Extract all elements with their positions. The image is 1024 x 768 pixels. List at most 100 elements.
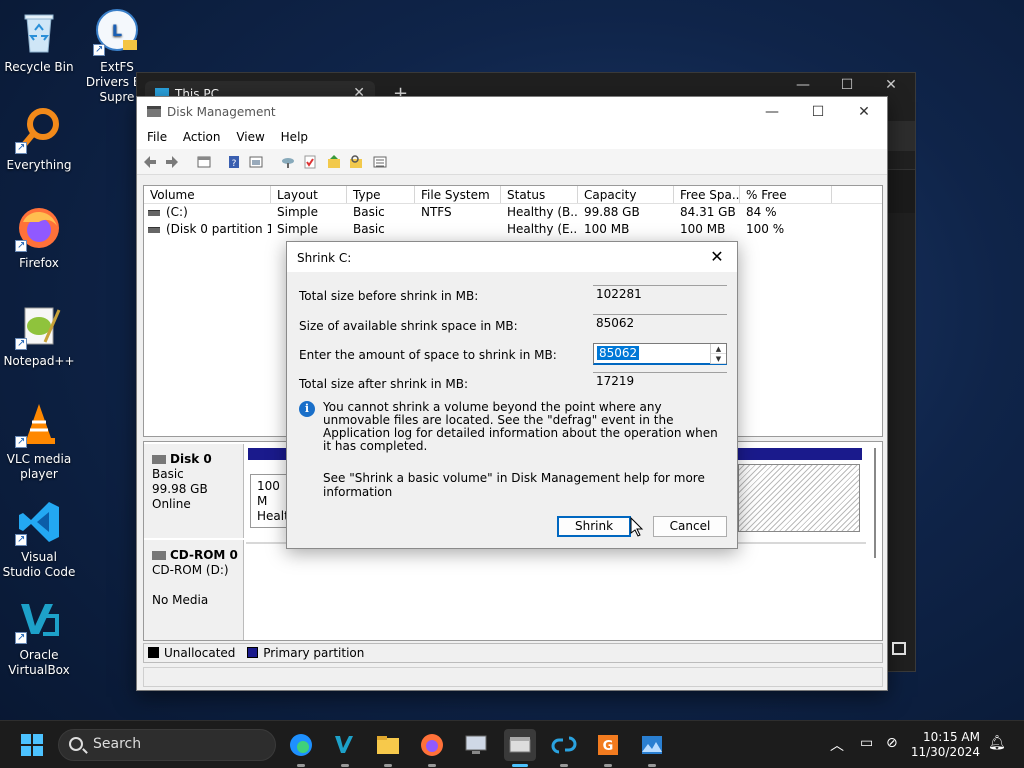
col-type[interactable]: Type [347, 186, 415, 203]
desktop-icon-firefox[interactable]: Firefox [1, 204, 77, 271]
spin-down-icon[interactable]: ▼ [711, 354, 726, 364]
taskbar-app-mountain[interactable] [636, 729, 668, 767]
connect-icon[interactable] [279, 153, 297, 171]
col-status[interactable]: Status [501, 186, 578, 203]
taskbar-virtualbox[interactable] [329, 729, 361, 767]
help-icon[interactable]: ? [225, 153, 243, 171]
taskbar-edge[interactable] [285, 729, 317, 767]
taskbar-firefox[interactable] [416, 729, 448, 767]
properties-icon[interactable] [195, 153, 213, 171]
volume-name: (C:) [166, 205, 188, 219]
svg-text:L: L [112, 21, 122, 40]
menu-view[interactable]: View [230, 130, 270, 144]
desktop-icon-everything[interactable]: Everything [1, 106, 77, 173]
network-tray-icon[interactable]: ⊘ [886, 735, 898, 751]
menu-action[interactable]: Action [177, 130, 227, 144]
back-arrow-icon[interactable] [141, 153, 159, 171]
check-icon[interactable] [301, 153, 319, 171]
console-icon[interactable] [247, 153, 265, 171]
shortcut-arrow-icon [15, 238, 27, 253]
dialog-titlebar[interactable]: Shrink C: ✕ [287, 242, 737, 272]
shrink-button[interactable]: Shrink [557, 516, 631, 537]
volume-type: Basic [353, 205, 385, 219]
taskbar-app-g[interactable]: G [592, 729, 624, 767]
forward-arrow-icon[interactable] [163, 153, 181, 171]
taskbar-file-explorer[interactable] [372, 729, 404, 767]
close-icon[interactable]: ✕ [841, 97, 887, 127]
extfs-icon: L [93, 8, 141, 57]
volume-pct-free: 84 % [746, 205, 777, 219]
legend: Unallocated Primary partition [143, 643, 883, 663]
shrink-dialog[interactable]: Shrink C: ✕ Total size before shrink in … [286, 241, 738, 549]
folder-up-icon[interactable] [325, 153, 343, 171]
desktop-corner-icon [892, 642, 906, 655]
legend-swatch-primary [247, 647, 259, 658]
shrink-amount-input[interactable]: 85062 ▲ ▼ [593, 343, 727, 365]
col-percent-free[interactable]: % Free [740, 186, 832, 203]
taskbar-computer-management[interactable] [460, 729, 492, 761]
total-after-label: Total size after shrink in MB: [299, 377, 469, 391]
menu-bar: File Action View Help [137, 127, 887, 149]
close-icon[interactable]: ✕ [703, 244, 731, 270]
notification-bell-icon[interactable]: 🔔︎ [988, 735, 1006, 751]
cancel-button[interactable]: Cancel [653, 516, 727, 537]
start-button[interactable] [16, 729, 48, 761]
close-icon[interactable]: ✕ [871, 77, 911, 93]
desktop-icon-vlc[interactable]: VLC media player [1, 400, 77, 482]
vscode-icon [15, 498, 63, 547]
running-indicator [512, 764, 528, 767]
system-clock[interactable]: 10:15 AM 11/30/2024 [911, 730, 980, 760]
maximize-icon[interactable]: ☐ [795, 97, 841, 127]
chevron-up-icon[interactable]: ︿ [830, 735, 844, 755]
taskbar-app-link[interactable] [548, 729, 580, 767]
desktop-icon-notepadpp[interactable]: Notepad++ [1, 302, 77, 369]
folder-icon [377, 736, 399, 754]
spin-up-icon[interactable]: ▲ [711, 344, 726, 354]
menu-help[interactable]: Help [275, 130, 314, 144]
table-row[interactable]: (Disk 0 partition 1) Simple Basic Health… [144, 221, 882, 238]
disk-0-label[interactable]: Disk 0 Basic 99.98 GB Online [144, 444, 244, 538]
partition-status: Health [257, 509, 289, 523]
virtualbox-icon [15, 596, 63, 645]
col-volume[interactable]: Volume [144, 186, 271, 203]
table-row[interactable]: (C:) Simple Basic NTFS Healthy (B... 99.… [144, 204, 882, 221]
computer-management-icon [465, 735, 487, 754]
shortcut-arrow-icon [15, 630, 27, 645]
disk-icon [152, 455, 166, 464]
minimize-icon[interactable]: — [749, 97, 795, 127]
col-capacity[interactable]: Capacity [578, 186, 674, 203]
disk-management-icon [147, 106, 161, 117]
partition-efi[interactable]: 100 M Health [250, 474, 290, 528]
running-indicator [648, 764, 656, 767]
shrink-amount-stepper[interactable]: ▲ ▼ [710, 344, 726, 364]
desktop-icon-virtualbox[interactable]: Oracle VirtualBox [1, 596, 77, 678]
search-placeholder: Search [93, 736, 142, 752]
g-app-icon: G [598, 735, 618, 755]
desktop-icon-recycle-bin[interactable]: Recycle Bin [1, 8, 77, 75]
partition-c-selected[interactable] [738, 464, 860, 532]
svg-text:G: G [603, 739, 614, 754]
desktop-icon-vscode[interactable]: Visual Studio Code [1, 498, 77, 580]
window-titlebar[interactable]: Disk Management — ☐ ✕ [137, 97, 887, 127]
virtualbox-icon [335, 736, 353, 753]
maximize-icon[interactable]: ☐ [827, 77, 867, 93]
minimize-icon[interactable]: — [783, 77, 823, 93]
folder-search-icon[interactable] [347, 153, 365, 171]
col-free-space[interactable]: Free Spa... [674, 186, 740, 203]
volume-layout: Simple [277, 222, 318, 236]
firefox-icon [421, 734, 443, 756]
taskbar-search[interactable]: Search [58, 729, 276, 761]
mouse-cursor-icon [630, 517, 644, 537]
volume-free: 100 MB [680, 222, 726, 236]
cdrom-0-label[interactable]: CD-ROM 0 CD-ROM (D:) No Media [144, 540, 244, 640]
running-indicator [384, 764, 392, 767]
taskbar: Search G ︿ ▭ ⊘ 10:15 AM 11/30/2024 🔔︎ [0, 720, 1024, 768]
disk-view-scrollbar[interactable] [870, 448, 880, 634]
col-file-system[interactable]: File System [415, 186, 501, 203]
pen-tray-icon[interactable]: ▭ [860, 735, 873, 751]
col-layout[interactable]: Layout [271, 186, 347, 203]
taskbar-disk-management[interactable] [504, 729, 536, 767]
list-view-icon[interactable] [371, 153, 389, 171]
shortcut-arrow-icon [15, 336, 27, 351]
menu-file[interactable]: File [141, 130, 173, 144]
